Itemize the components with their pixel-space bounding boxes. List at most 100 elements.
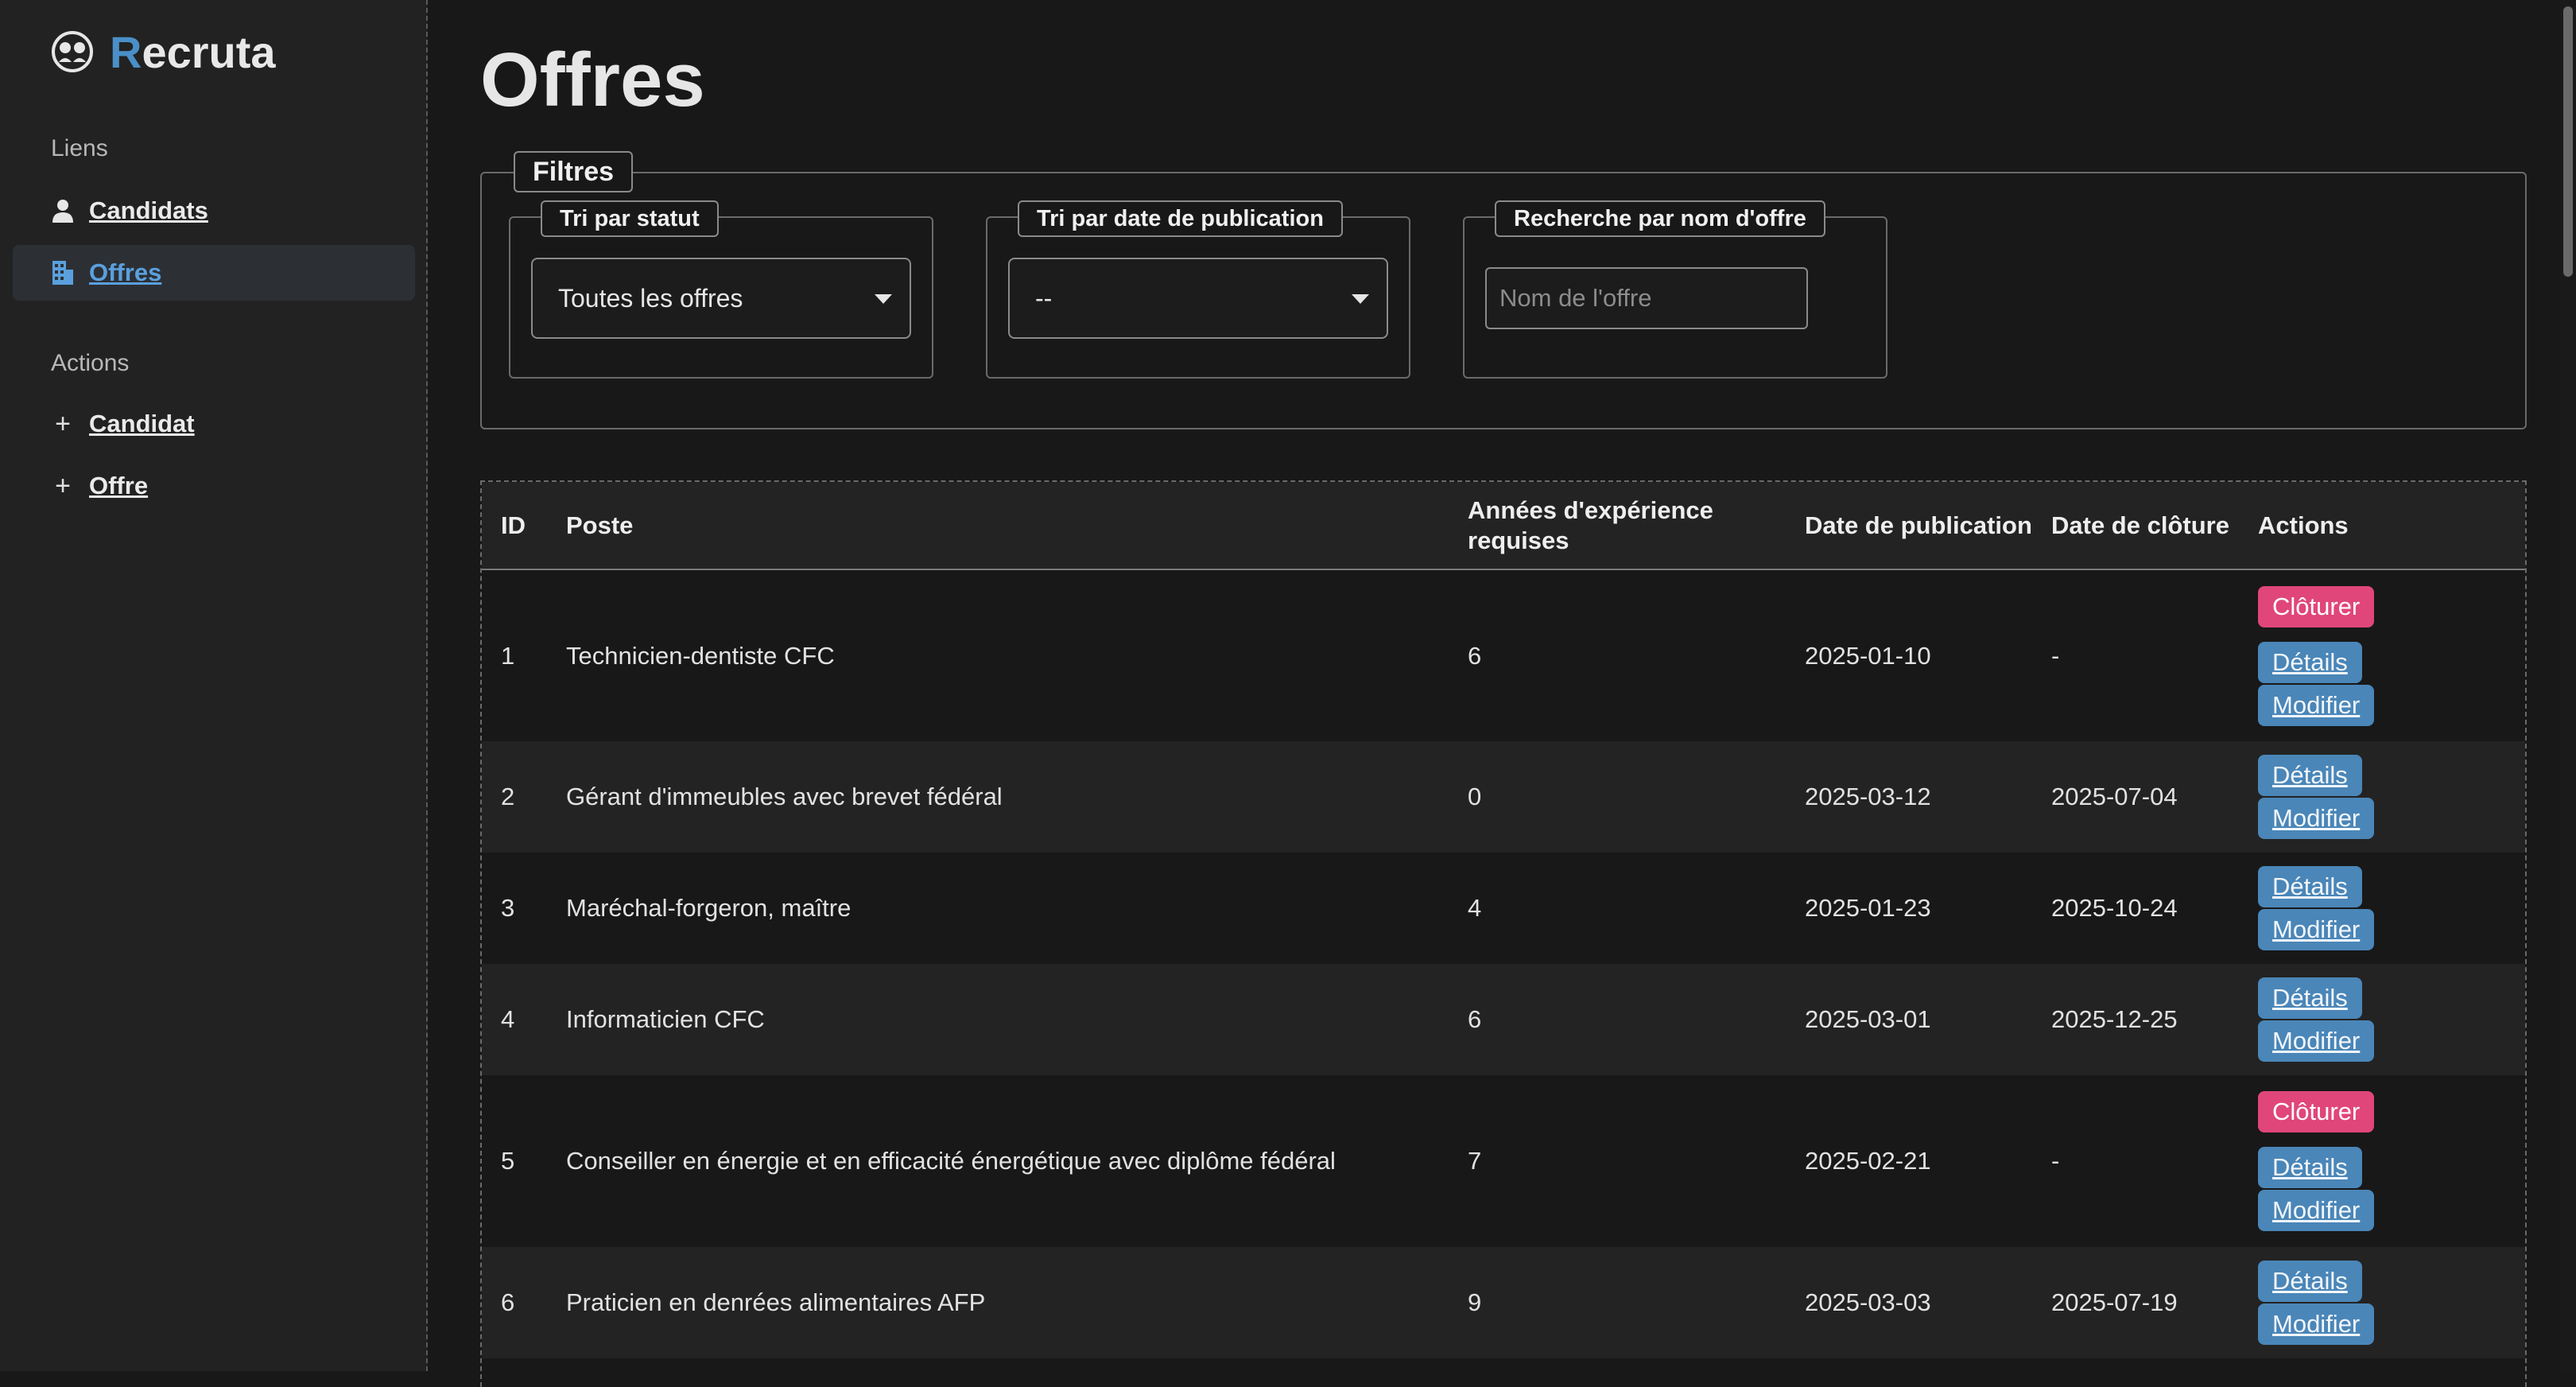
actions-section-title: Actions [51,350,130,376]
sidebar: Recruta Liens Candidats Offres Actions +… [0,0,428,1371]
search-filter-group: Recherche par nom d'offre [1463,200,1887,379]
cell-publication: 2025-03-01 [1786,964,2032,1075]
search-filter-legend: Recherche par nom d'offre [1495,200,1825,237]
table-row: 2 Gérant d'immeubles avec brevet fédéral… [482,741,2525,853]
column-header-experience: Années d'expérience requises [1449,482,1786,570]
brand-rest: ecruta [142,26,276,77]
details-button[interactable]: Détails [2258,866,2362,907]
cell-actions: Détails Modifier [2239,853,2525,964]
page-title: Offres [480,37,705,122]
close-offer-button[interactable]: Clôturer [2258,1091,2375,1133]
edit-button[interactable]: Modifier [2258,798,2375,839]
cell-experience: 7 [1449,1075,1786,1247]
cell-id: 6 [482,1247,547,1358]
cell-actions: Détails Modifier [2239,964,2525,1075]
sidebar-item-candidats[interactable]: Candidats [13,183,415,239]
table-row: 5 Conseiller en énergie et en efficacité… [482,1075,2525,1247]
cell-actions: Détails Modifier [2239,741,2525,853]
cell-publication: 2025-03-12 [1786,741,2032,853]
offers-table: ID Poste Années d'expérience requises Da… [482,482,2525,1358]
edit-button[interactable]: Modifier [2258,1020,2375,1062]
status-select[interactable]: Toutes les offres [531,258,911,339]
details-button[interactable]: Détails [2258,977,2362,1019]
plus-icon: + [55,470,71,501]
page-scrollbar[interactable] [2560,0,2576,1371]
brand-name: Recruta [110,26,276,78]
cell-poste: Gérant d'immeubles avec brevet fédéral [547,741,1449,853]
logo-icon [52,31,93,72]
sidebar-item-label[interactable]: Offres [89,258,161,287]
building-icon [51,261,75,285]
plus-icon: + [55,408,71,439]
details-button[interactable]: Détails [2258,1147,2362,1188]
column-header-publication: Date de publication [1786,482,2032,570]
date-select[interactable]: -- [1008,258,1388,339]
links-section-title: Liens [51,135,108,161]
filters-panel: Filtres Tri par statut Toutes les offres… [480,151,2527,429]
cell-experience: 0 [1449,741,1786,853]
cell-publication: 2025-01-23 [1786,853,2032,964]
status-filter-group: Tri par statut Toutes les offres [509,200,933,379]
cell-actions: Clôturer Détails Modifier [2239,569,2525,741]
column-header-actions: Actions [2239,482,2525,570]
sidebar-item-add-offre[interactable]: + Offre [13,458,415,514]
scrollbar-thumb[interactable] [2563,6,2573,277]
chevron-down-icon [875,294,892,304]
sidebar-item-label[interactable]: Candidats [89,196,208,225]
edit-button[interactable]: Modifier [2258,684,2375,726]
cell-publication: 2025-03-03 [1786,1247,2032,1358]
table-row: 4 Informaticien CFC 6 2025-03-01 2025-12… [482,964,2525,1075]
date-filter-group: Tri par date de publication -- [986,200,1410,379]
table-row: 1 Technicien-dentiste CFC 6 2025-01-10 -… [482,569,2525,741]
cell-poste: Technicien-dentiste CFC [547,569,1449,741]
sidebar-item-offres[interactable]: Offres [13,245,415,301]
cell-poste: Maréchal-forgeron, maître [547,853,1449,964]
brand[interactable]: Recruta [51,24,276,80]
cell-experience: 4 [1449,853,1786,964]
cell-id: 1 [482,569,547,741]
cell-actions: Clôturer Détails Modifier [2239,1075,2525,1247]
edit-button[interactable]: Modifier [2258,909,2375,950]
close-offer-button[interactable]: Clôturer [2258,585,2375,627]
details-button[interactable]: Détails [2258,1261,2362,1302]
status-select-value: Toutes les offres [558,283,743,313]
cell-cloture: 2025-12-25 [2032,964,2239,1075]
cell-poste: Informaticien CFC [547,964,1449,1075]
person-icon [51,199,75,223]
filters-legend: Filtres [514,151,634,192]
brand-initial: R [110,26,142,77]
cell-id: 5 [482,1075,547,1247]
cell-publication: 2025-02-21 [1786,1075,2032,1247]
details-button[interactable]: Détails [2258,755,2362,796]
cell-cloture: 2025-07-19 [2032,1247,2239,1358]
cell-actions: Détails Modifier [2239,1247,2525,1358]
cell-publication: 2025-01-10 [1786,569,2032,741]
cell-experience: 6 [1449,964,1786,1075]
table-row: 6 Praticien en denrées alimentaires AFP … [482,1247,2525,1358]
sidebar-item-label[interactable]: Candidat [89,410,195,438]
cell-id: 2 [482,741,547,853]
date-select-value: -- [1035,283,1053,313]
chevron-down-icon [1352,294,1369,304]
cell-poste: Conseiller en énergie et en efficacité é… [547,1075,1449,1247]
column-header-id: ID [482,482,547,570]
cell-cloture: 2025-07-04 [2032,741,2239,853]
table-header-row: ID Poste Années d'expérience requises Da… [482,482,2525,570]
details-button[interactable]: Détails [2258,641,2362,683]
cell-cloture: - [2032,569,2239,741]
cell-id: 4 [482,964,547,1075]
column-header-cloture: Date de clôture [2032,482,2239,570]
cell-id: 3 [482,853,547,964]
edit-button[interactable]: Modifier [2258,1190,2375,1231]
table-row: 3 Maréchal-forgeron, maître 4 2025-01-23… [482,853,2525,964]
cell-experience: 6 [1449,569,1786,741]
cell-cloture: - [2032,1075,2239,1247]
cell-cloture: 2025-10-24 [2032,853,2239,964]
sidebar-item-add-candidat[interactable]: + Candidat [13,396,415,452]
cell-poste: Praticien en denrées alimentaires AFP [547,1247,1449,1358]
sidebar-item-label[interactable]: Offre [89,472,148,500]
date-filter-legend: Tri par date de publication [1018,200,1343,237]
column-header-poste: Poste [547,482,1449,570]
edit-button[interactable]: Modifier [2258,1303,2375,1345]
offer-name-search-input[interactable] [1485,267,1808,329]
